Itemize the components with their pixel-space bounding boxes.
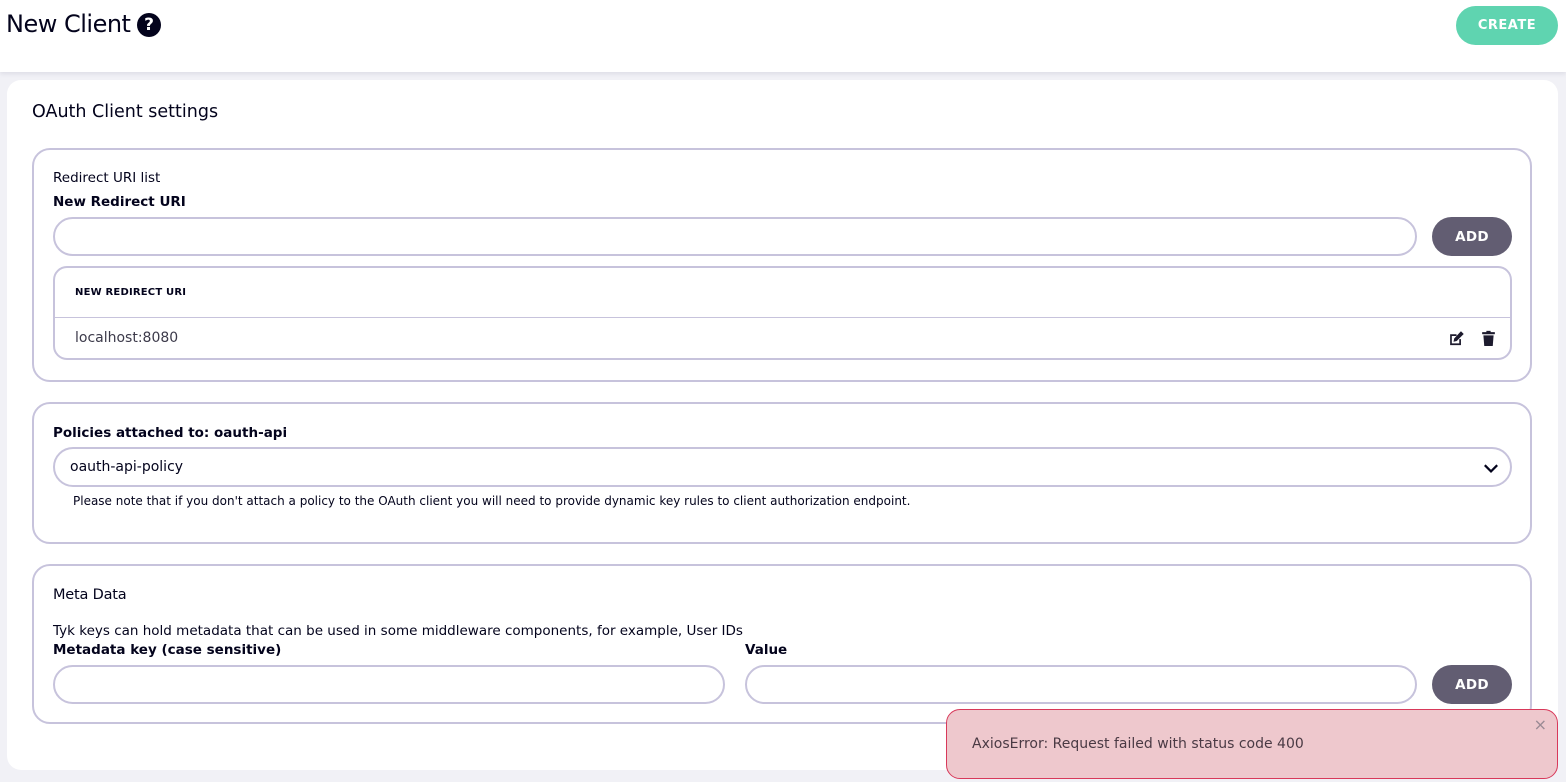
redirect-uri-table: NEW REDIRECT URI localhost:8080 bbox=[53, 266, 1512, 360]
policy-select-value: oauth-api-policy bbox=[70, 459, 184, 475]
metadata-key-label: Metadata key (case sensitive) bbox=[53, 642, 282, 658]
policies-label: Policies attached to: oauth-api bbox=[53, 425, 288, 441]
new-redirect-uri-label: New Redirect URI bbox=[53, 194, 186, 210]
metadata-title: Meta Data bbox=[53, 587, 127, 603]
trash-icon[interactable] bbox=[1480, 330, 1497, 347]
metadata-value-label: Value bbox=[745, 642, 788, 658]
new-redirect-uri-input[interactable] bbox=[53, 217, 1417, 256]
redirect-uri-value: localhost:8080 bbox=[75, 330, 179, 346]
close-icon[interactable]: × bbox=[1534, 715, 1547, 734]
add-metadata-button[interactable]: ADD bbox=[1432, 665, 1512, 704]
oauth-settings-card: OAuth Client settings Redirect URI list … bbox=[7, 80, 1558, 770]
table-header: NEW REDIRECT URI bbox=[75, 287, 187, 298]
error-message: AxiosError: Request failed with status c… bbox=[972, 736, 1304, 752]
policies-section: Policies attached to: oauth-api oauth-ap… bbox=[32, 402, 1532, 544]
chevron-down-icon bbox=[1484, 464, 1498, 473]
error-toast: AxiosError: Request failed with status c… bbox=[946, 709, 1558, 779]
page-title: New Client bbox=[6, 10, 131, 38]
redirect-uri-section: Redirect URI list New Redirect URI ADD N… bbox=[32, 148, 1532, 382]
metadata-key-input[interactable] bbox=[53, 665, 725, 704]
card-title: OAuth Client settings bbox=[32, 102, 219, 122]
policy-select[interactable]: oauth-api-policy bbox=[53, 447, 1512, 487]
metadata-section: Meta Data Tyk keys can hold metadata tha… bbox=[32, 564, 1532, 724]
help-icon[interactable]: ? bbox=[137, 13, 161, 37]
top-bar: New Client ? CREATE bbox=[0, 0, 1566, 72]
edit-icon[interactable] bbox=[1448, 330, 1465, 347]
metadata-description: Tyk keys can hold metadata that can be u… bbox=[53, 623, 743, 639]
metadata-value-input[interactable] bbox=[745, 665, 1417, 704]
create-button[interactable]: CREATE bbox=[1456, 6, 1558, 45]
policy-note: Please note that if you don't attach a p… bbox=[73, 494, 911, 508]
table-row: localhost:8080 bbox=[55, 318, 1510, 358]
redirect-uri-list-label: Redirect URI list bbox=[53, 170, 161, 186]
add-redirect-uri-button[interactable]: ADD bbox=[1432, 217, 1512, 256]
